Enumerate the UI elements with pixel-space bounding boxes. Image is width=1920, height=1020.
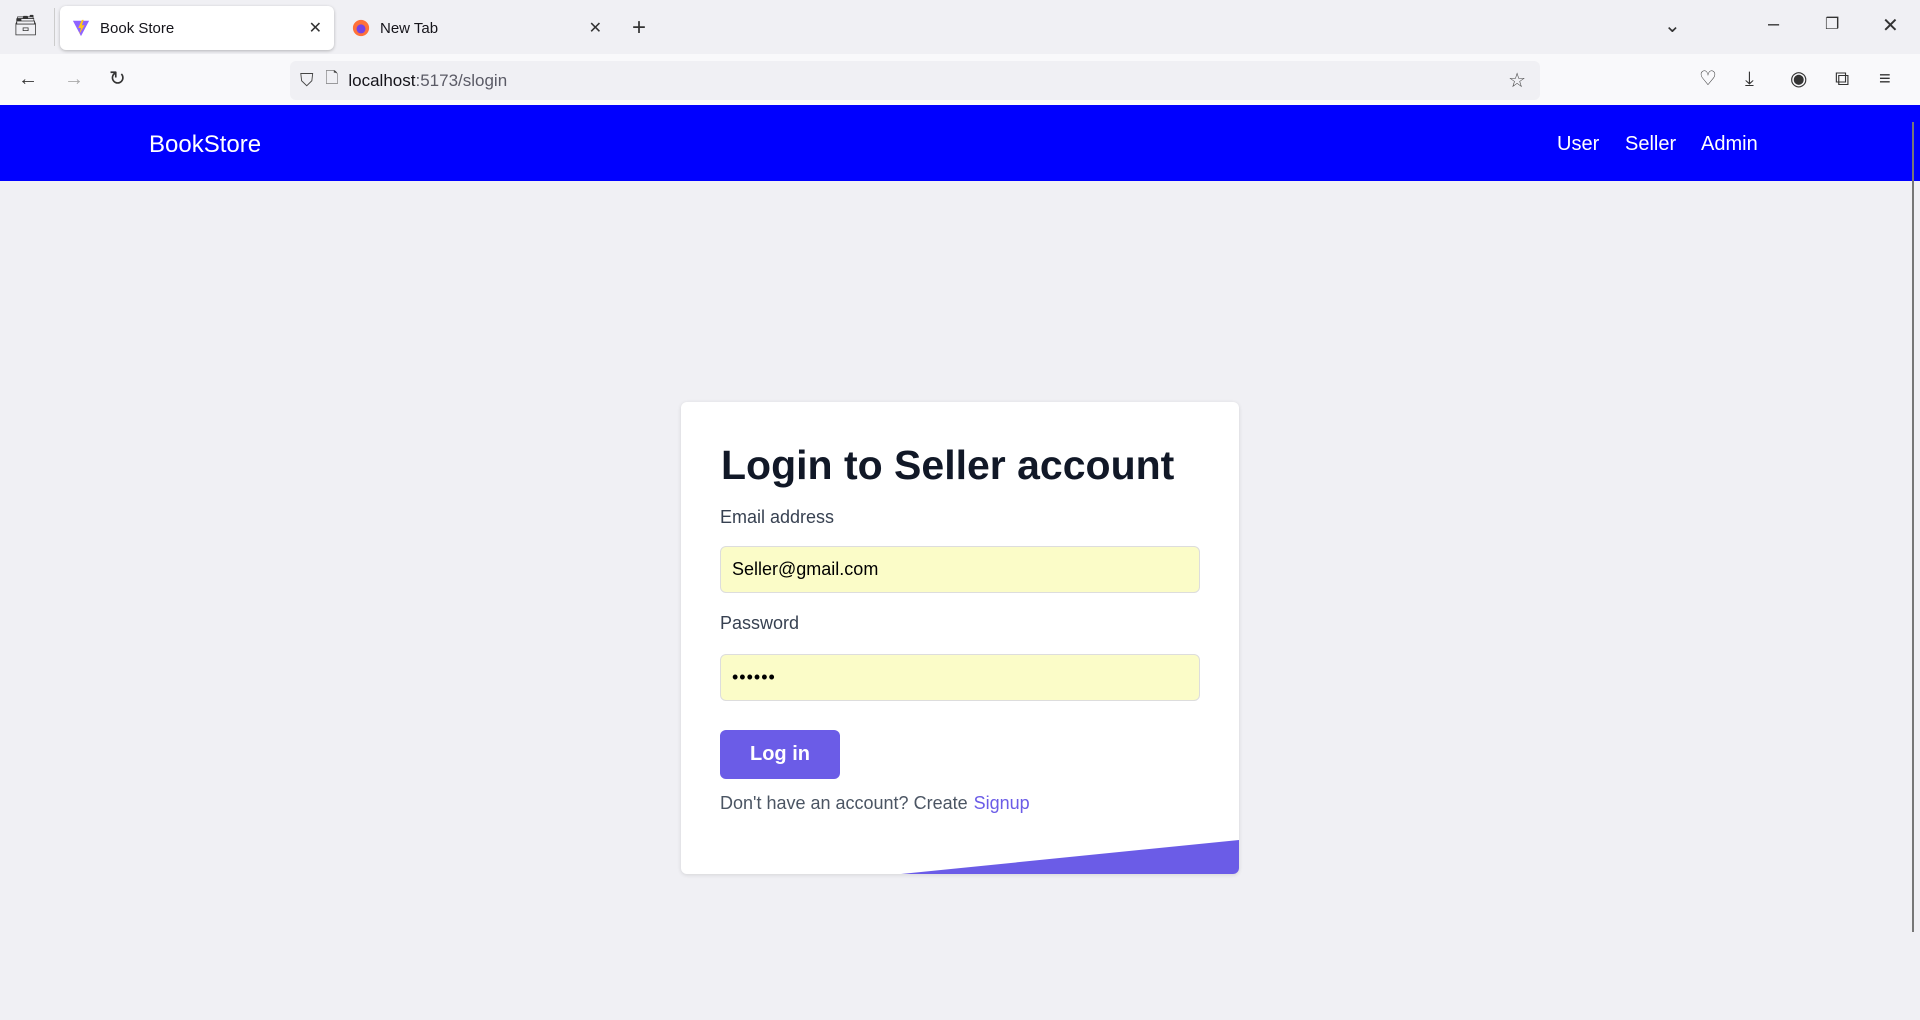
nav-seller[interactable]: Seller — [1625, 133, 1676, 156]
chevron-down-icon[interactable]: ⌄ — [1664, 16, 1681, 36]
pocket-icon[interactable]: ♡ — [1699, 69, 1717, 89]
tab-list-icon[interactable]: 🗃 — [13, 16, 38, 36]
tab-title: Book Store — [100, 19, 175, 37]
divider — [54, 8, 55, 46]
tab-bar: 🗃 Book Store ✕ New Tab ✕ + ⌄ – ❐ ✕ — [0, 0, 1920, 54]
minimize-icon[interactable]: – — [1768, 14, 1779, 34]
account-icon[interactable]: ◉ — [1790, 69, 1807, 89]
url-path: :5173/slogin — [415, 70, 508, 90]
tab-new-tab[interactable]: New Tab ✕ — [340, 6, 614, 50]
restore-icon[interactable]: ❐ — [1825, 17, 1839, 33]
url-bar[interactable]: ⛉ 🗋 localhost:5173/slogin ☆ — [290, 61, 1540, 100]
brand[interactable]: BookStore — [149, 131, 261, 159]
back-icon[interactable]: ← — [18, 69, 38, 89]
download-icon[interactable]: ⤓ — [1745, 69, 1754, 89]
nav-user[interactable]: User — [1557, 133, 1599, 156]
scrollbar[interactable] — [1912, 122, 1914, 932]
reload-icon[interactable]: ↻ — [109, 69, 126, 89]
shield-icon: ⛉ — [300, 70, 314, 90]
nav-admin[interactable]: Admin — [1701, 133, 1758, 156]
vite-icon — [72, 19, 90, 37]
new-tab-icon[interactable]: + — [632, 16, 646, 40]
close-tab-icon[interactable]: ✕ — [589, 18, 602, 38]
tab-title: New Tab — [380, 19, 439, 37]
toolbar: ← → ↻ ⛉ 🗋 localhost:5173/slogin ☆ ♡ ⤓ ◉ … — [0, 54, 1920, 105]
login-card: Login to Seller account Email address Se… — [681, 402, 1239, 874]
close-window-icon[interactable]: ✕ — [1882, 16, 1899, 36]
page-icon: 🗋 — [325, 70, 339, 87]
decorative-wedge — [901, 840, 1239, 874]
close-tab-icon[interactable]: ✕ — [309, 18, 322, 38]
navbar: BookStore User Seller Admin — [0, 105, 1920, 181]
bookmark-star-icon[interactable]: ☆ — [1508, 68, 1526, 93]
forward-icon[interactable]: → — [64, 69, 84, 89]
url-host: localhost — [348, 70, 416, 90]
extensions-icon[interactable]: ⧉ — [1835, 69, 1849, 89]
firefox-icon — [352, 19, 370, 37]
tab-book-store[interactable]: Book Store ✕ — [60, 6, 334, 50]
menu-icon[interactable]: ≡ — [1879, 69, 1891, 89]
